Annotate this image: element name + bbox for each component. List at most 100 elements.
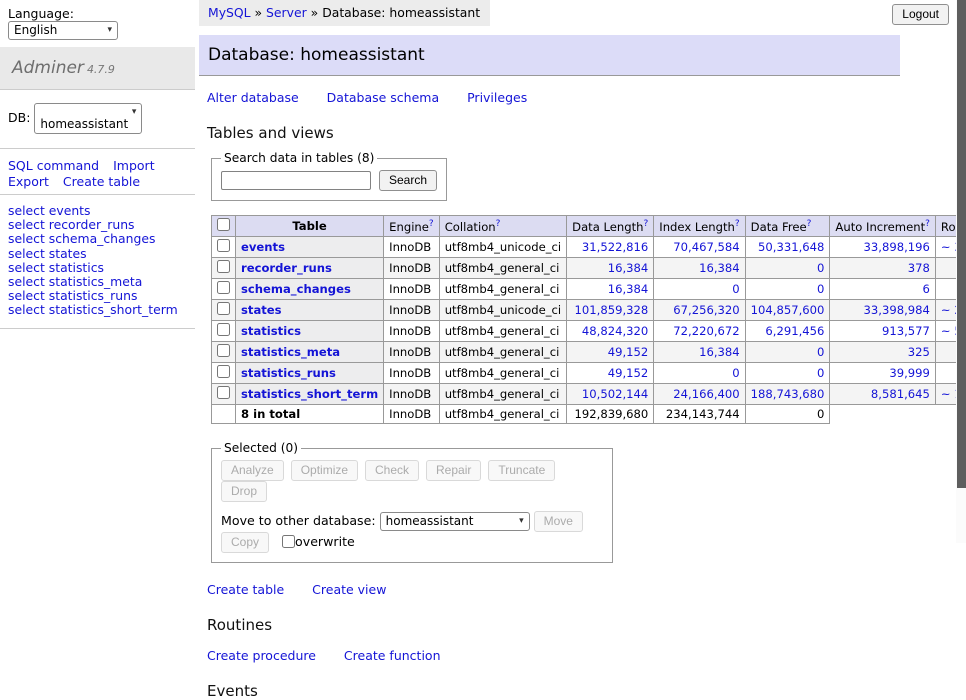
search-input[interactable]	[221, 171, 371, 190]
create-view-link[interactable]: Create view	[312, 582, 386, 597]
sidebar-item-select-states[interactable]: select states	[8, 247, 187, 261]
help-link[interactable]: ?	[496, 219, 501, 229]
create-table-link[interactable]: Create table	[63, 174, 140, 189]
move-database-select-value: homeassistant	[386, 514, 474, 528]
data-length-link[interactable]: 16,384	[608, 261, 649, 275]
help-link[interactable]: ?	[429, 219, 434, 229]
sidebar-item-select-recorder-runs[interactable]: select recorder_runs	[8, 218, 187, 232]
logout-button[interactable]: Logout	[892, 4, 949, 25]
alter-database-link[interactable]: Alter database	[207, 90, 299, 105]
move-database-select[interactable]: ▾homeassistant	[380, 512, 530, 531]
total-index-length: 234,143,744	[654, 405, 745, 424]
engine-cell: InnoDB	[384, 279, 440, 300]
main-content: MySQL » Server » Database: homeassistant…	[199, 0, 956, 700]
sidebar-item-select-statistics-meta[interactable]: select statistics_meta	[8, 275, 187, 289]
data-free-link[interactable]: 50,331,648	[758, 240, 824, 254]
data-length-link[interactable]: 101,859,328	[575, 303, 649, 317]
import-link[interactable]: Import	[113, 158, 155, 173]
auto-increment-link[interactable]: 378	[908, 261, 930, 275]
data-free-link[interactable]: 104,857,600	[751, 303, 825, 317]
table-row: statistics_runs InnoDB utf8mb4_general_c…	[212, 363, 966, 384]
row-select-checkbox[interactable]	[217, 365, 230, 378]
create-table-link[interactable]: Create table	[207, 582, 284, 597]
auto-increment-link[interactable]: 33,398,984	[864, 303, 930, 317]
column-header-data-free: Data Free?	[745, 216, 830, 237]
optimize-button: Optimize	[291, 460, 358, 481]
table-name-link[interactable]: statistics_short_term	[241, 387, 378, 401]
table-name-link[interactable]: statistics	[241, 324, 301, 338]
row-select-checkbox[interactable]	[217, 260, 230, 273]
row-select-checkbox[interactable]	[217, 302, 230, 315]
index-length-link[interactable]: 0	[732, 366, 739, 380]
help-link[interactable]: ?	[644, 219, 649, 229]
row-select-checkbox[interactable]	[217, 386, 230, 399]
data-free-link[interactable]: 6,291,456	[765, 324, 824, 338]
help-link[interactable]: ?	[925, 219, 930, 229]
sidebar-item-select-events[interactable]: select events	[8, 204, 187, 218]
total-data-length: 192,839,680	[567, 405, 654, 424]
auto-increment-link[interactable]: 33,898,196	[864, 240, 930, 254]
help-link[interactable]: ?	[735, 219, 740, 229]
data-free-link[interactable]: 0	[817, 261, 824, 275]
auto-increment-link[interactable]: 39,999	[889, 366, 930, 380]
database-schema-link[interactable]: Database schema	[327, 90, 439, 105]
engine-cell: InnoDB	[384, 300, 440, 321]
index-length-link[interactable]: 72,220,672	[673, 324, 739, 338]
table-name-link[interactable]: states	[241, 303, 282, 317]
privileges-link[interactable]: Privileges	[467, 90, 527, 105]
selected-legend: Selected (0)	[221, 441, 301, 455]
table-name-link[interactable]: schema_changes	[241, 282, 351, 296]
index-length-link[interactable]: 16,384	[699, 261, 740, 275]
auto-increment-link[interactable]: 913,577	[882, 324, 930, 338]
sql-command-link[interactable]: SQL command	[8, 158, 99, 173]
table-name-link[interactable]: statistics_runs	[241, 366, 336, 380]
index-length-link[interactable]: 67,256,320	[673, 303, 739, 317]
move-row: Move to other database: ▾homeassistant M…	[221, 511, 603, 553]
select-all-checkbox[interactable]	[217, 218, 230, 231]
index-length-link[interactable]: 16,384	[699, 345, 740, 359]
data-free-link[interactable]: 0	[817, 345, 824, 359]
row-select-checkbox[interactable]	[217, 344, 230, 357]
create-procedure-link[interactable]: Create procedure	[207, 648, 316, 663]
row-select-checkbox[interactable]	[217, 281, 230, 294]
row-select-checkbox[interactable]	[217, 323, 230, 336]
auto-increment-link[interactable]: 325	[908, 345, 930, 359]
index-length-link[interactable]: 0	[732, 282, 739, 296]
tables-overview-table: Table Engine? Collation? Data Length? In…	[211, 215, 966, 424]
sidebar-item-select-schema-changes[interactable]: select schema_changes	[8, 232, 187, 246]
auto-increment-link[interactable]: 8,581,645	[871, 387, 930, 401]
row-select-checkbox[interactable]	[217, 239, 230, 252]
data-length-link[interactable]: 49,152	[608, 366, 649, 380]
overwrite-checkbox[interactable]	[282, 535, 295, 548]
vertical-scrollbar	[956, 0, 966, 543]
data-free-link[interactable]: 188,743,680	[751, 387, 825, 401]
search-button[interactable]: Search	[379, 170, 437, 191]
table-name-link[interactable]: events	[241, 240, 285, 254]
index-length-link[interactable]: 24,166,400	[673, 387, 739, 401]
data-length-link[interactable]: 10,502,144	[582, 387, 648, 401]
breadcrumb-mysql-link[interactable]: MySQL	[208, 5, 251, 20]
table-name-link[interactable]: statistics_meta	[241, 345, 340, 359]
data-length-link[interactable]: 16,384	[608, 282, 649, 296]
auto-increment-link[interactable]: 6	[923, 282, 930, 296]
data-length-link[interactable]: 48,824,320	[582, 324, 648, 338]
app-version: 4.7.9	[87, 63, 115, 76]
help-link[interactable]: ?	[807, 219, 812, 229]
table-name-link[interactable]: recorder_runs	[241, 261, 332, 275]
scrollbar-thumb[interactable]	[957, 0, 966, 488]
data-free-link[interactable]: 0	[817, 366, 824, 380]
overwrite-option: overwrite	[282, 534, 355, 549]
data-length-link[interactable]: 31,522,816	[582, 240, 648, 254]
sidebar-item-select-statistics-runs[interactable]: select statistics_runs	[8, 289, 187, 303]
language-select[interactable]: ▾English	[8, 21, 118, 40]
breadcrumb-server-link[interactable]: Server	[266, 5, 307, 20]
data-free-link[interactable]: 0	[817, 282, 824, 296]
sidebar-item-select-statistics-short-term[interactable]: select statistics_short_term	[8, 303, 187, 317]
create-function-link[interactable]: Create function	[344, 648, 441, 663]
data-length-link[interactable]: 49,152	[608, 345, 649, 359]
table-row: statistics InnoDB utf8mb4_general_ci 48,…	[212, 321, 966, 342]
export-link[interactable]: Export	[8, 174, 49, 189]
sidebar-item-select-statistics[interactable]: select statistics	[8, 261, 187, 275]
index-length-link[interactable]: 70,467,584	[673, 240, 739, 254]
db-select[interactable]: ▾homeassistant	[34, 103, 142, 134]
